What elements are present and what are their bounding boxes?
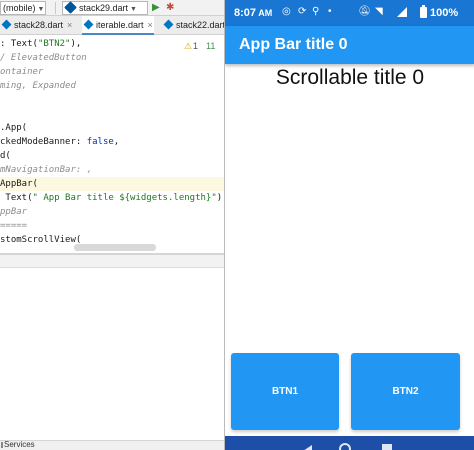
tab-iterable[interactable]: iterable.dart × [82,16,154,35]
services-icon [1,442,3,448]
mute-icon: 🔕︎ [358,6,371,17]
whatsapp-icon: ◎ [282,6,291,17]
code-line[interactable]: ckedModeBanner: false, [0,135,224,149]
code-token: / ElevatedButton [0,53,87,63]
code-line[interactable]: ppBar [0,205,224,219]
run-config-label: stack29.dart [79,3,129,13]
play-icon[interactable]: ▶ [152,2,160,14]
code-line[interactable]: ontainer [0,65,224,79]
code-token: ming, Expanded [0,81,76,91]
code-token: AppBar( [0,179,38,189]
code-token: ontainer [0,67,44,77]
code-token: ), [70,39,82,49]
tab-label: stack22.dart [176,20,224,30]
code-token: d( [0,151,11,161]
close-icon[interactable]: × [148,20,153,30]
code-token: ppBar [0,207,28,217]
battery-icon [420,5,427,18]
code-token: false [86,137,114,147]
broadcast-icon: ⚲ [312,6,320,17]
code-line[interactable] [0,93,224,107]
chevron-down-icon: ▼ [130,6,137,13]
code-token: "BTN2" [37,39,71,49]
services-tab[interactable]: Services [4,440,35,450]
code-line[interactable]: ming, Expanded [0,79,224,93]
tab-label: stack28.dart [14,20,64,30]
code-line[interactable]: mNavigationBar: , [0,163,224,177]
device-selector[interactable]: (mobile) ▼ [0,1,46,15]
ide-window: (mobile) ▼ stack29.dart ▼ ▶ ✱ stack28.dart… [0,0,224,450]
code-token: ), [216,193,224,203]
hint-count: 11 [206,41,216,51]
home-icon[interactable] [339,443,351,450]
btn2-button[interactable]: BTN2 [351,353,460,430]
warning-icon[interactable]: ⚠ [184,40,192,52]
run-config-selector[interactable]: stack29.dart ▼ [62,1,148,15]
code-line[interactable]: d( [0,149,224,163]
wifi-icon: ◥ [375,6,383,17]
status-time: 8:07 AM [234,7,273,19]
code-token: mNavigationBar: , [0,165,93,175]
btn1-button[interactable]: BTN1 [231,353,339,430]
recents-icon[interactable] [382,444,392,450]
code-token: : [0,39,11,49]
code-line[interactable]: ===== [0,219,224,233]
signal-icon [397,7,407,17]
code-line[interactable]: / ElevatedButton [0,51,224,65]
toolbar-divider [55,2,56,14]
tool-window-header [0,255,224,268]
code-token: Text [10,39,33,49]
editor-tabbar: stack28.dart × iterable.dart × stack22.dar… [0,16,224,35]
dart-file-icon [163,19,174,30]
tab-stack22[interactable]: stack22.dart [162,16,224,35]
code-token: " App Bar title ${widgets.length}" [32,193,217,203]
horizontal-scrollbar[interactable] [74,244,156,251]
code-token: ckedModeBanner: [0,137,87,147]
dot-icon: • [328,6,332,17]
scrollable-title: Scrollable title 0 [275,66,425,89]
code-line[interactable]: .App( [0,121,224,135]
device-selector-label: (mobile) [3,3,36,13]
dart-file-icon [83,19,94,30]
chevron-down-icon: ▼ [37,6,45,13]
code-line[interactable] [0,107,224,121]
back-icon[interactable] [303,445,312,450]
dart-file-icon [1,19,12,30]
emulator-screen: 8:07 AM ◎ ⟳ ⚲ • 🔕︎ ◥ 100% App Bar title … [224,0,474,450]
code-token: .App( [0,123,28,133]
code-token: stomScrollView( [0,235,82,245]
android-status-bar: 8:07 AM ◎ ⟳ ⚲ • 🔕︎ ◥ 100% [225,0,474,26]
code-token: Text( [0,193,33,203]
sync-icon: ⟳ [298,6,307,17]
app-bar: App Bar title 0 [225,26,474,64]
tool-window-panel [0,268,224,440]
debug-icon[interactable]: ✱ [166,2,174,14]
battery-percent: 100% [430,7,459,19]
app-bar-title: App Bar title 0 [239,36,348,53]
code-token: , [113,137,120,147]
code-line[interactable]: Text(" App Bar title ${widgets.length}")… [0,191,224,205]
code-line[interactable]: AppBar( [0,177,224,191]
tab-stack28[interactable]: stack28.dart × [0,16,72,35]
code-token: ===== [0,221,28,231]
warning-count: 1 [193,41,199,51]
close-icon[interactable]: × [67,20,72,30]
dart-file-icon [64,1,77,14]
ide-toolbar: (mobile) ▼ stack29.dart ▼ ▶ ✱ [0,0,224,16]
tab-label: iterable.dart [96,20,144,30]
code-editor[interactable]: : Text( "BTN2"), / ElevatedButton ontainer m… [0,35,224,253]
